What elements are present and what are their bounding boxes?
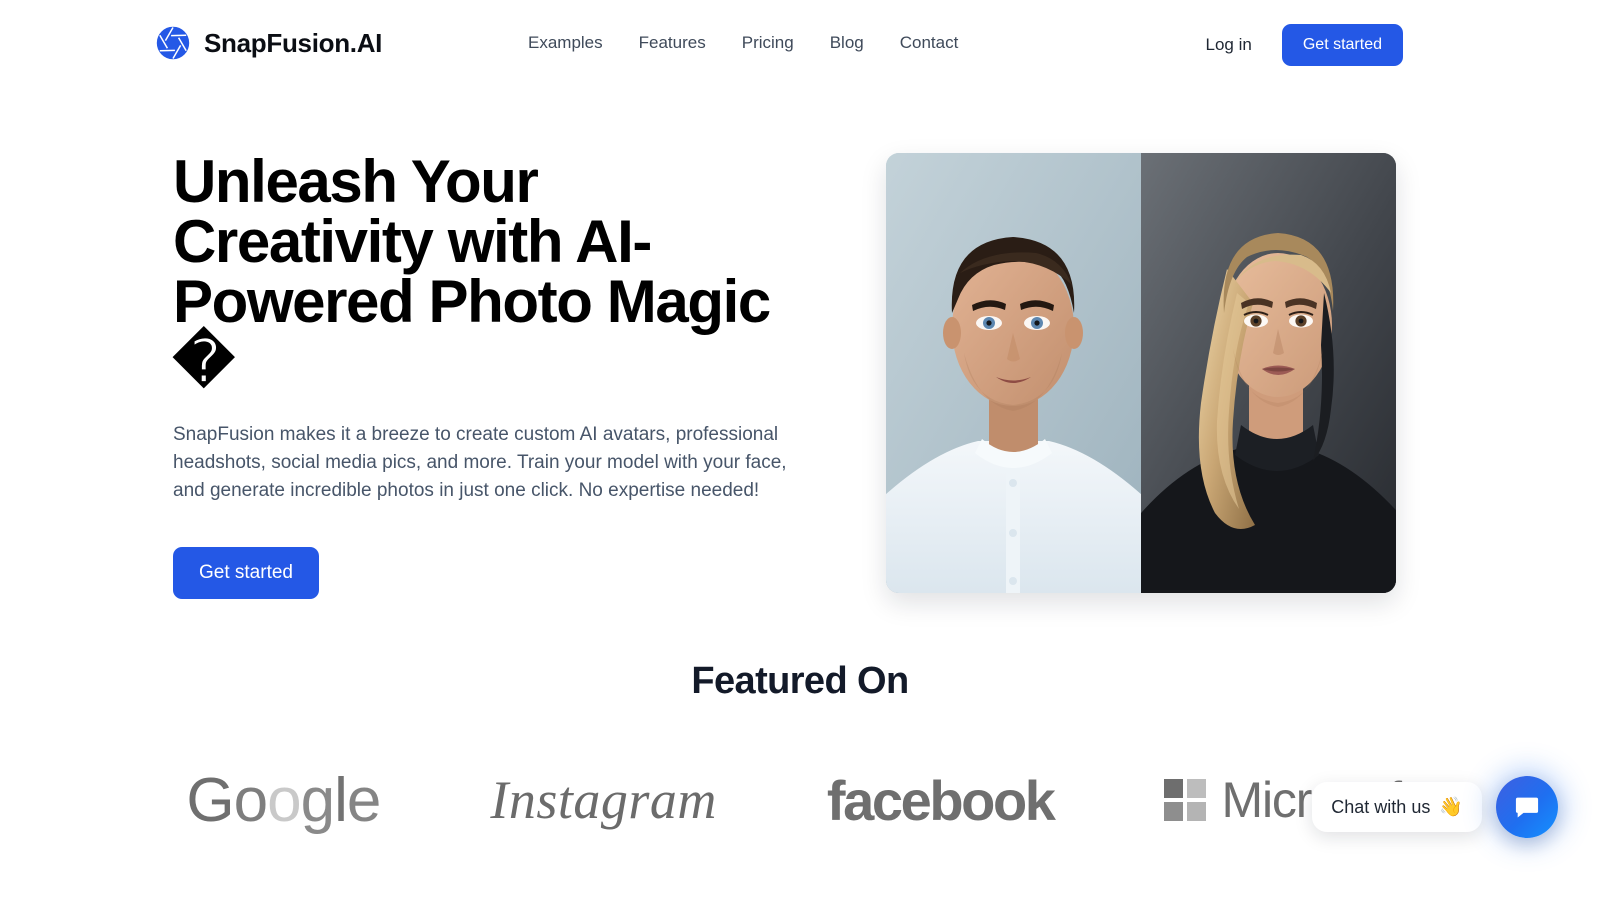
hero-title: Unleash Your Creativity with AI-Powered … bbox=[173, 148, 771, 395]
nav-item-examples[interactable]: Examples bbox=[528, 33, 603, 53]
google-letter-g2: g bbox=[300, 765, 335, 835]
chat-launcher-button[interactable] bbox=[1496, 776, 1558, 838]
header-get-started-button[interactable]: Get started bbox=[1281, 24, 1403, 66]
chat-widget: Chat with us 👋 bbox=[1312, 776, 1558, 838]
hero-image-pair bbox=[886, 153, 1396, 593]
chat-bubble-icon bbox=[1513, 793, 1541, 821]
login-link[interactable]: Log in bbox=[1206, 35, 1252, 55]
microsoft-squares-icon bbox=[1163, 779, 1206, 821]
camera-aperture-icon bbox=[155, 25, 191, 61]
logo-facebook: facebook bbox=[826, 765, 1056, 835]
logo-instagram: Instagram bbox=[490, 765, 717, 835]
primary-nav: Examples Features Pricing Blog Contact bbox=[528, 33, 958, 53]
hero-section: Unleash Your Creativity with AI-Powered … bbox=[0, 140, 1600, 620]
nav-item-blog[interactable]: Blog bbox=[830, 33, 864, 53]
site-header: SnapFusion.AI Examples Features Pricing … bbox=[0, 0, 1600, 90]
logo-google: Google bbox=[186, 765, 381, 835]
instagram-wordmark: Instagram bbox=[490, 770, 717, 830]
nav-item-contact[interactable]: Contact bbox=[900, 33, 959, 53]
nav-item-features[interactable]: Features bbox=[639, 33, 706, 53]
nav-item-pricing[interactable]: Pricing bbox=[742, 33, 794, 53]
facebook-wordmark: facebook bbox=[826, 768, 1056, 832]
brand-name: SnapFusion.AI bbox=[204, 27, 383, 58]
chat-prompt-bubble[interactable]: Chat with us 👋 bbox=[1312, 782, 1482, 832]
google-letter-g1: G bbox=[186, 765, 234, 835]
google-letter-o2: o bbox=[267, 765, 301, 835]
hero-subtitle: SnapFusion makes it a breeze to create c… bbox=[173, 424, 787, 501]
hero-get-started-button[interactable]: Get started bbox=[173, 546, 319, 599]
chat-prompt-text: Chat with us bbox=[1331, 796, 1431, 817]
google-letter-e: e bbox=[346, 765, 381, 835]
google-letter-l: l bbox=[334, 765, 348, 835]
brand-logo-link[interactable]: SnapFusion.AI bbox=[155, 25, 382, 61]
hero-portrait-female bbox=[1141, 153, 1396, 593]
hero-portrait-male bbox=[886, 153, 1141, 593]
featured-on-title: Featured On bbox=[691, 660, 909, 702]
google-letter-o1: o bbox=[233, 765, 268, 835]
hero-copy: Unleash Your Creativity with AI-Powered … bbox=[173, 152, 833, 599]
header-actions: Log in Get started bbox=[1206, 24, 1403, 66]
waving-hand-icon: 👋 bbox=[1439, 797, 1463, 818]
